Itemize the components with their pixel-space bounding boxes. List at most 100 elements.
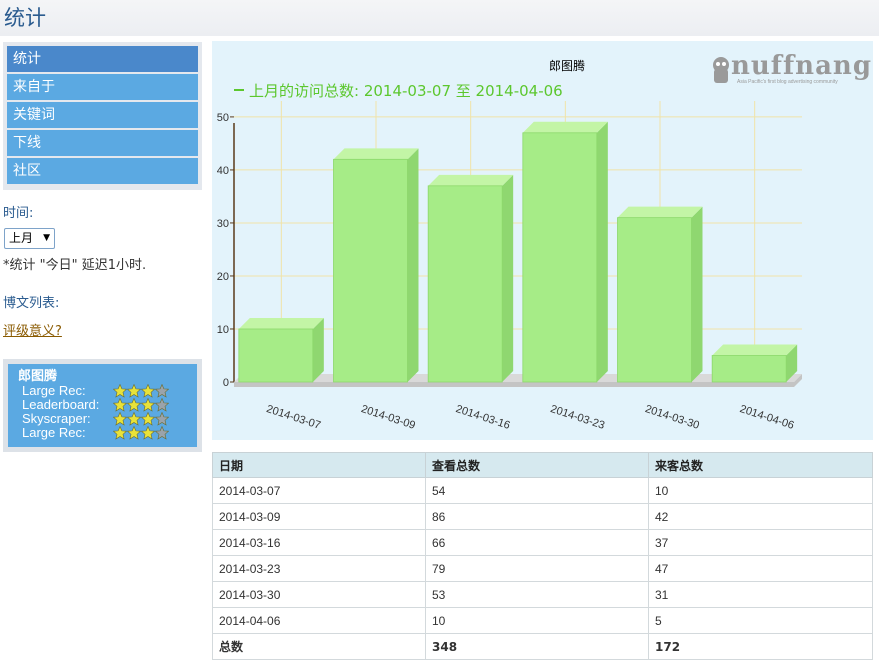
sidebar-item-downlines[interactable]: 下线 <box>7 130 198 156</box>
bar <box>712 355 787 382</box>
star-filled-icon <box>113 398 127 412</box>
cell-views: 10 <box>425 607 649 634</box>
chart-panel: 郎图腾 上月的访问总数: 2014-03-07 至 2014-04-06 0 10 20… <box>212 41 873 440</box>
table-row: 2014-03-09 86 42 <box>212 503 873 530</box>
nuffnang-logo-text: nuffnang <box>731 51 873 81</box>
bar-top <box>428 174 514 186</box>
rating-row: Large Rec: <box>18 426 197 440</box>
star-filled-icon <box>127 384 141 398</box>
cell-visitors: 31 <box>648 581 873 608</box>
bar-side <box>407 148 419 382</box>
bar-side <box>596 121 608 383</box>
rating-row: Leaderboard: <box>18 398 197 412</box>
bar <box>238 328 313 382</box>
sidebar-item-community[interactable]: 社区 <box>7 158 198 184</box>
nuffnang-tagline: Asia Pacific's first blog advertising co… <box>737 79 838 85</box>
cell-visitors: 37 <box>648 529 873 556</box>
star-filled-icon <box>113 384 127 398</box>
rating-label: Leaderboard: <box>22 397 100 412</box>
y-tick-label: 30 <box>217 218 229 230</box>
rating-label: Skyscraper: <box>22 411 91 426</box>
cell-date: 2014-03-30 <box>212 581 426 608</box>
x-tick-label: 2014-03-23 <box>549 403 606 432</box>
bar-side <box>502 174 514 382</box>
table-header-row: 日期 查看总数 来客总数 <box>212 452 873 478</box>
star-empty-icon <box>155 412 169 426</box>
period-select-value: 上月 <box>9 231 34 245</box>
star-filled-icon <box>141 412 155 426</box>
star-empty-icon <box>155 426 169 440</box>
page-title: 统计 <box>4 6 46 30</box>
star-filled-icon <box>113 412 127 426</box>
sidebar-nav: 统计 来自于 关键词 下线 社区 <box>3 42 202 190</box>
cell-visitors: 47 <box>648 555 873 582</box>
cell-views: 53 <box>425 581 649 608</box>
bar <box>333 159 408 382</box>
sidebar-item-keywords[interactable]: 关键词 <box>7 102 198 128</box>
table-row: 2014-03-23 79 47 <box>212 555 873 582</box>
page-header: 统计 <box>0 0 879 36</box>
table-row: 2014-03-16 66 37 <box>212 529 873 556</box>
chart-title: 郎图腾 <box>549 58 585 73</box>
rating-stars <box>113 426 169 440</box>
col-header-views: 查看总数 <box>425 452 649 478</box>
rating-label: Large Rec: <box>22 383 86 398</box>
cell-visitors: 5 <box>648 607 873 634</box>
x-tick-label: 2014-03-16 <box>454 403 511 432</box>
cell-views: 79 <box>425 555 649 582</box>
bar <box>617 217 692 382</box>
chevron-down-icon: ▼ <box>43 233 50 243</box>
rating-label: Large Rec: <box>22 425 86 440</box>
posts-label: 博文列表: <box>3 296 60 311</box>
rating-row: Skyscraper: <box>18 412 197 426</box>
x-tick-label: 2014-03-07 <box>265 403 322 432</box>
bar-top <box>522 121 608 133</box>
star-filled-icon <box>141 426 155 440</box>
star-filled-icon <box>127 426 141 440</box>
star-filled-icon <box>127 398 141 412</box>
total-label: 总数 <box>212 633 426 660</box>
cell-date: 2014-03-07 <box>212 477 426 504</box>
star-filled-icon <box>141 398 155 412</box>
sidebar-item-stats[interactable]: 统计 <box>7 46 198 72</box>
table-body: 2014-03-07 54 10 2014-03-09 86 42 2014-03-16 66… <box>212 477 873 660</box>
rating-stars <box>113 412 169 426</box>
y-tick-label: 50 <box>217 112 229 124</box>
y-tick-label: 40 <box>217 165 229 177</box>
col-header-date: 日期 <box>212 452 426 478</box>
bar-top <box>617 206 703 218</box>
sidebar-item-referrers[interactable]: 来自于 <box>7 74 198 100</box>
x-tick-label: 2014-03-09 <box>360 403 417 432</box>
table-row: 2014-03-07 54 10 <box>212 477 873 504</box>
nuffnang-logo: nuffnang Asia Pacific's first blog adver… <box>709 51 871 87</box>
cell-visitors: 10 <box>648 477 873 504</box>
visits-bar-chart: 郎图腾上月的访问总数: 2014-03-07 至 2014-04-06 0 10 20… <box>217 58 802 432</box>
rating-panel: 郎图腾 Large Rec: Leaderboard: Skyscraper: Lar… <box>8 364 197 447</box>
rating-blog-name: 郎图腾 <box>18 369 58 384</box>
bar <box>428 185 503 382</box>
bar <box>522 132 597 382</box>
nuffnang-mascot-icon <box>713 57 729 83</box>
star-empty-icon <box>155 384 169 398</box>
star-filled-icon <box>113 426 127 440</box>
cell-views: 86 <box>425 503 649 530</box>
bar-top <box>238 317 324 329</box>
y-tick-label: 20 <box>217 271 229 283</box>
bar-top <box>333 148 419 160</box>
chart-legend: 上月的访问总数: 2014-03-07 至 2014-04-06 <box>249 82 563 100</box>
rating-box: 郎图腾 Large Rec: Leaderboard: Skyscraper: Lar… <box>3 359 202 452</box>
star-filled-icon <box>141 384 155 398</box>
bar-side <box>312 317 324 382</box>
star-empty-icon <box>155 398 169 412</box>
cell-visitors: 42 <box>648 503 873 530</box>
rating-meaning-link[interactable]: 评级意义? <box>3 320 62 339</box>
total-visitors: 172 <box>648 633 873 660</box>
y-tick-label: 0 <box>223 377 229 389</box>
cell-views: 54 <box>425 477 649 504</box>
cell-views: 66 <box>425 529 649 556</box>
x-tick-label: 2014-03-30 <box>644 403 701 432</box>
stats-table: 日期 查看总数 来客总数 2014-03-07 54 10 2014-03-09 86 4… <box>212 452 873 660</box>
table-row: 2014-03-30 53 31 <box>212 581 873 608</box>
rating-rows: Large Rec: Leaderboard: Skyscraper: Large R… <box>18 384 197 440</box>
period-select[interactable]: 上月 ▼ <box>4 228 55 249</box>
